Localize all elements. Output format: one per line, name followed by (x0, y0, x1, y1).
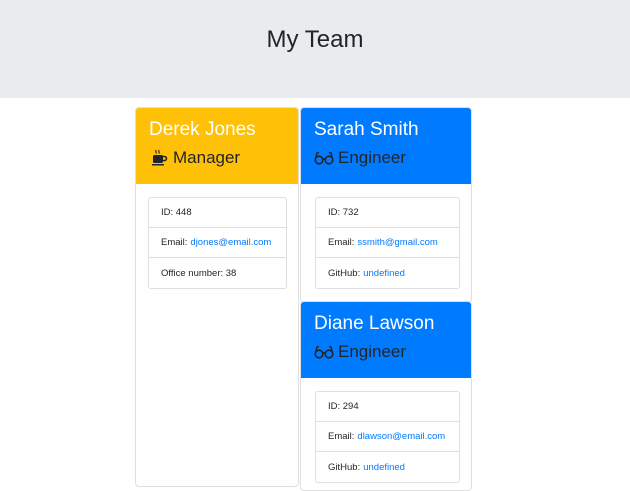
id-text: ID: 294 (328, 401, 359, 412)
info-list: ID: 448 Email: djones@email.com Office n… (148, 197, 287, 289)
employee-name: Sarah Smith (314, 119, 419, 140)
github-label: GitHub: (328, 267, 361, 279)
id-item: ID: 448 (149, 198, 286, 228)
coffee-mug-icon (149, 149, 169, 167)
card-header: Derek Jones Manager (136, 108, 298, 184)
github-item: GitHub: undefined (316, 452, 459, 482)
employee-card-manager: Derek Jones Manager ID: 448 Email: djone… (135, 107, 299, 487)
office-item: Office number: 38 (149, 258, 286, 288)
employee-card-engineer: Sarah Smith Engineer ID: 732 Email: ssmi… (300, 107, 472, 303)
github-label: GitHub: (328, 461, 361, 473)
id-item: ID: 732 (316, 198, 459, 228)
email-item: Email: djones@email.com (149, 228, 286, 258)
role-label: Engineer (338, 148, 407, 167)
github-link[interactable]: undefined (363, 268, 405, 279)
role-label: Manager (173, 148, 241, 167)
office-number-text: Office number: 38 (161, 267, 237, 279)
email-label: Email: (161, 237, 188, 248)
glasses-icon (314, 149, 334, 167)
email-item: Email: dlawson@email.com (316, 422, 459, 452)
card-header: Sarah Smith Engineer (301, 108, 471, 184)
info-list: ID: 294 Email: dlawson@email.com GitHub:… (315, 391, 460, 483)
github-link[interactable]: undefined (363, 462, 405, 473)
glasses-icon (314, 343, 334, 361)
id-item: ID: 294 (316, 392, 459, 422)
email-item: Email: ssmith@gmail.com (316, 228, 459, 258)
employee-role: Engineer (314, 342, 458, 362)
email-link[interactable]: djones@email.com (190, 237, 271, 248)
employee-name: Derek Jones (149, 119, 256, 140)
github-item: GitHub: undefined (316, 258, 459, 288)
email-link[interactable]: ssmith@gmail.com (357, 237, 437, 248)
card-header: Diane Lawson Engineer (301, 302, 471, 378)
role-label: Engineer (338, 342, 407, 361)
info-list: ID: 732 Email: ssmith@gmail.com GitHub: … (315, 197, 460, 289)
employee-name: Diane Lawson (314, 313, 435, 334)
page-title: My Team (266, 26, 364, 53)
header-jumbotron: My Team (0, 0, 630, 98)
employee-card-engineer: Diane Lawson Engineer ID: 294 Email: dla… (300, 301, 472, 491)
employee-role: Manager (149, 148, 285, 168)
email-label: Email: (328, 431, 355, 442)
email-link[interactable]: dlawson@email.com (357, 431, 445, 442)
employee-role: Engineer (314, 148, 458, 168)
email-label: Email: (328, 237, 355, 248)
id-text: ID: 732 (328, 207, 359, 218)
id-text: ID: 448 (161, 207, 192, 218)
